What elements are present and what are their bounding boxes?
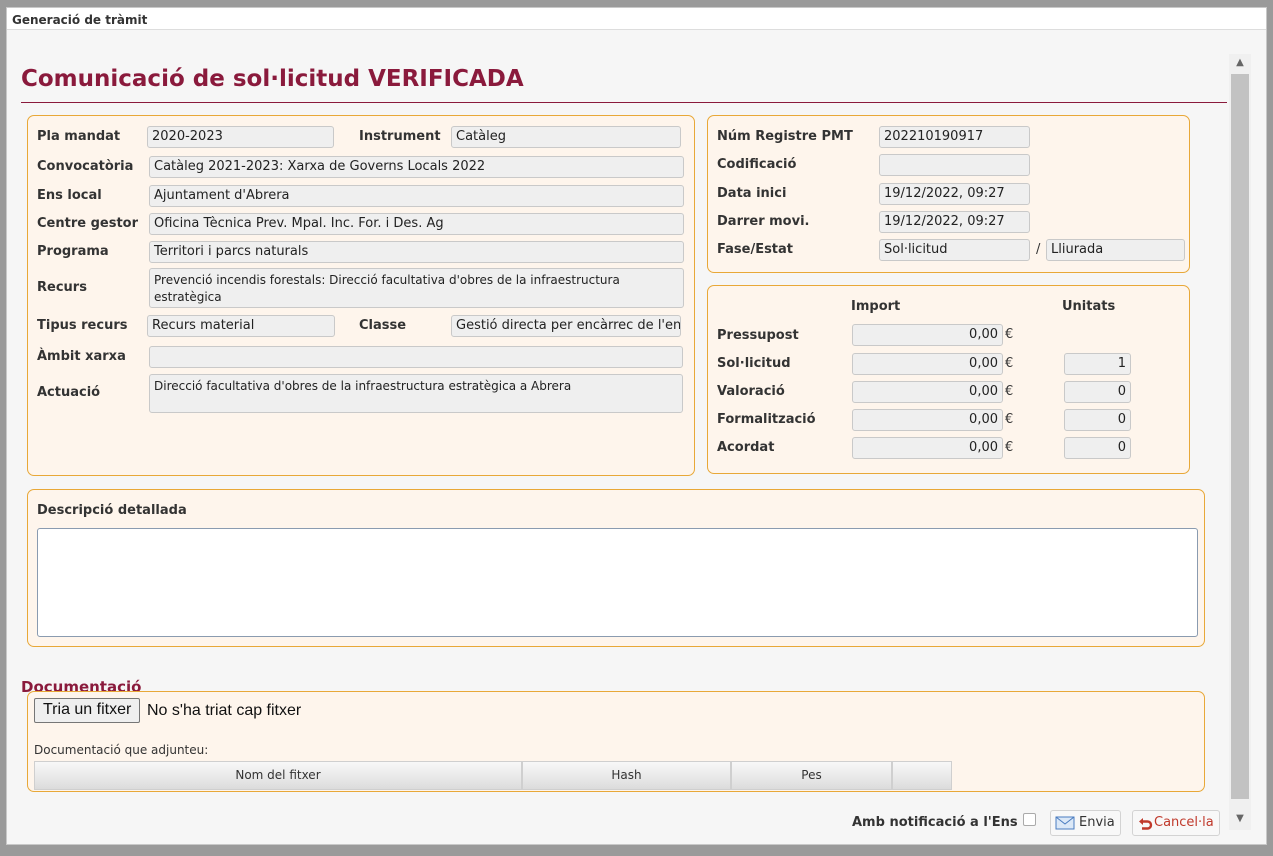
envia-label: Envia (1079, 815, 1115, 830)
pressupost-label: Pressupost (717, 328, 799, 343)
acordat-label: Acordat (717, 440, 775, 455)
codificacio-field[interactable] (879, 154, 1030, 176)
undo-arrow-icon (1139, 817, 1153, 830)
tipus-recurs-label: Tipus recurs (37, 318, 128, 333)
programa-field[interactable]: Territori i parcs naturals (149, 241, 684, 263)
sollicitud-unitats-field[interactable]: 1 (1064, 353, 1131, 375)
fase-field[interactable]: Sol·licitud (879, 239, 1030, 261)
column-hash[interactable]: Hash (522, 761, 731, 790)
formalitzacio-unitats-field[interactable]: 0 (1064, 409, 1131, 431)
column-nom-fitxer[interactable]: Nom del fitxer (34, 761, 522, 790)
descripcio-textarea[interactable] (37, 528, 1198, 637)
currency-symbol: € (1005, 356, 1014, 371)
acordat-unitats-field[interactable]: 0 (1064, 437, 1131, 459)
envelope-icon (1055, 816, 1075, 829)
pla-mandat-field[interactable]: 2020-2023 (147, 126, 334, 148)
envia-button[interactable]: Envia (1050, 810, 1121, 836)
classe-label: Classe (359, 318, 407, 333)
fase-estat-separator: / (1036, 242, 1041, 257)
registre-panel: Núm Registre PMT 202210190917 Codificaci… (707, 115, 1190, 273)
instrument-field[interactable]: Catàleg (451, 126, 681, 148)
num-registre-label: Núm Registre PMT (717, 129, 853, 144)
ambit-xarxa-field[interactable] (149, 346, 683, 368)
column-actions (892, 761, 952, 790)
tipus-recurs-field[interactable]: Recurs material (147, 315, 335, 337)
choose-file-button[interactable]: Tria un fitxer (34, 698, 141, 723)
column-pes[interactable]: Pes (731, 761, 892, 790)
imports-panel: Import Unitats Pressupost 0,00 € Sol·lic… (707, 285, 1190, 474)
dialog-title: Generació de tràmit (7, 8, 1266, 30)
currency-symbol: € (1005, 412, 1014, 427)
instrument-label: Instrument (359, 129, 441, 144)
unitats-column-header: Unitats (1062, 299, 1116, 314)
centre-gestor-field[interactable]: Oficina Tècnica Prev. Mpal. Inc. For. i … (149, 213, 684, 235)
formalitzacio-label: Formalització (717, 412, 816, 427)
actuacio-label: Actuació (37, 385, 101, 400)
cancel-button[interactable]: Cancel·la (1132, 810, 1220, 836)
actuacio-field[interactable]: Direcció facultativa d'obres de la infra… (149, 374, 683, 413)
valoracio-unitats-field[interactable]: 0 (1064, 381, 1131, 403)
notificacio-label: Amb notificació a l'Ens (852, 815, 1018, 830)
descripcio-panel: Descripció detallada (27, 489, 1205, 647)
codificacio-label: Codificació (717, 157, 797, 172)
sollicitud-import-field[interactable]: 0,00 (852, 353, 1003, 375)
valoracio-import-field[interactable]: 0,00 (852, 381, 1003, 403)
dialog-content: Comunicació de sol·licitud VERIFICADA Pl… (7, 31, 1229, 846)
generacio-tramit-dialog: Generació de tràmit ▲ ▼ Comunicació de s… (6, 7, 1267, 845)
acordat-import-field[interactable]: 0,00 (852, 437, 1003, 459)
cancel-label: Cancel·la (1154, 815, 1214, 830)
data-inici-label: Data inici (717, 186, 787, 201)
pressupost-import-field[interactable]: 0,00 (852, 324, 1003, 346)
valoracio-label: Valoració (717, 384, 785, 399)
scroll-up-icon[interactable]: ▲ (1229, 54, 1251, 72)
documents-table-header: Nom del fitxer Hash Pes (34, 761, 952, 790)
pla-mandat-label: Pla mandat (37, 129, 121, 144)
import-column-header: Import (851, 299, 901, 314)
num-registre-field[interactable]: 202210190917 (879, 126, 1030, 148)
estat-field[interactable]: Lliurada (1046, 239, 1185, 261)
notificacio-checkbox[interactable] (1023, 813, 1036, 826)
ens-local-label: Ens local (37, 188, 102, 203)
scroll-down-icon[interactable]: ▼ (1229, 810, 1251, 828)
darrer-movi-field[interactable]: 19/12/2022, 09:27 (879, 211, 1030, 233)
programa-label: Programa (37, 244, 109, 259)
darrer-movi-label: Darrer movi. (717, 214, 810, 229)
recurs-field[interactable]: Prevenció incendis forestals: Direcció f… (149, 268, 684, 308)
centre-gestor-label: Centre gestor (37, 216, 138, 231)
classe-field[interactable]: Gestió directa per encàrrec de l'ens (451, 315, 681, 337)
attached-docs-label: Documentació que adjunteu: (34, 743, 209, 757)
fase-estat-label: Fase/Estat (717, 242, 794, 257)
file-status-text: No s'ha triat cap fitxer (147, 702, 302, 719)
data-inici-field[interactable]: 19/12/2022, 09:27 (879, 183, 1030, 205)
scroll-thumb[interactable] (1231, 74, 1249, 799)
info-panel: Pla mandat 2020-2023 Instrument Catàleg … (27, 115, 695, 476)
convocatoria-label: Convocatòria (37, 159, 134, 174)
recurs-label: Recurs (37, 280, 87, 295)
sollicitud-label: Sol·licitud (717, 356, 791, 371)
currency-symbol: € (1005, 327, 1014, 342)
currency-symbol: € (1005, 384, 1014, 399)
ambit-xarxa-label: Àmbit xarxa (37, 349, 126, 364)
page-title: Comunicació de sol·licitud VERIFICADA (21, 61, 1227, 103)
dialog-scrollbar[interactable]: ▲ ▼ (1229, 54, 1251, 830)
descripcio-label: Descripció detallada (37, 503, 187, 518)
ens-local-field[interactable]: Ajuntament d'Abrera (149, 185, 684, 207)
currency-symbol: € (1005, 440, 1014, 455)
convocatoria-field[interactable]: Catàleg 2021-2023: Xarxa de Governs Loca… (149, 156, 684, 178)
formalitzacio-import-field[interactable]: 0,00 (852, 409, 1003, 431)
